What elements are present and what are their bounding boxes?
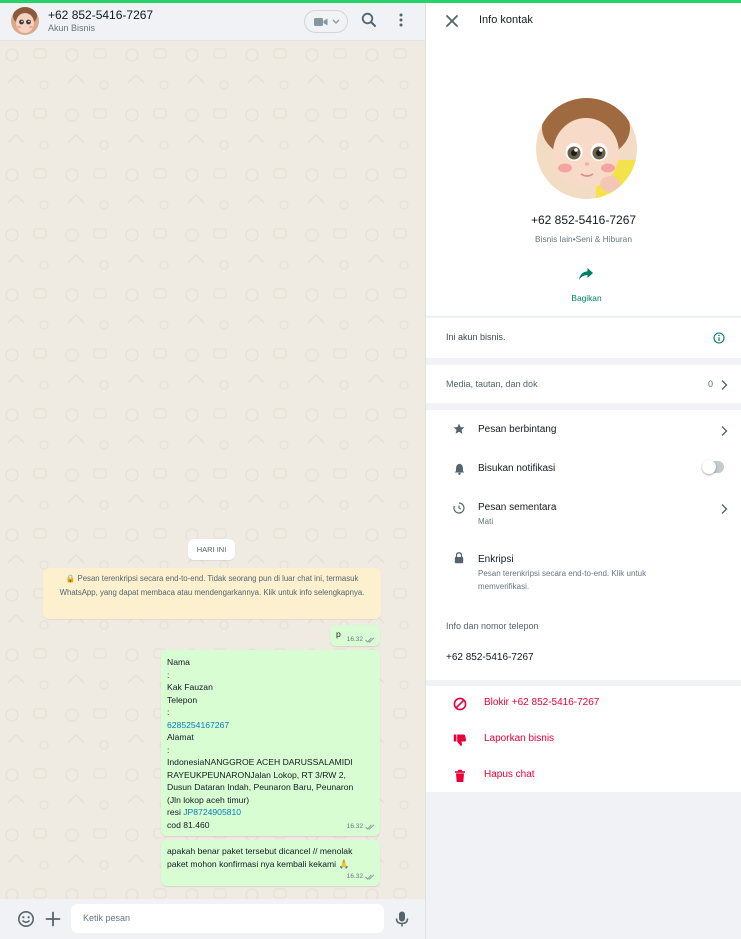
message-list[interactable]: HARI INI 🔒 Pesan terenkripsi secara end-… bbox=[0, 41, 425, 899]
resi-link[interactable]: JP8724905810 bbox=[183, 807, 241, 817]
media-links-docs-row[interactable]: Media, tautan, dan dok 0 bbox=[426, 365, 741, 403]
chevron-down-icon bbox=[332, 19, 340, 24]
phone-number[interactable]: +62 852-5416-7267 bbox=[446, 652, 534, 663]
chevron-right-icon bbox=[721, 504, 728, 514]
encryption-label: Enkripsi bbox=[478, 554, 514, 565]
message-time: 16.32 bbox=[346, 636, 363, 643]
info-icon[interactable] bbox=[713, 332, 725, 344]
settings-list: Pesan berbintang Bisukan notifikasi Pesa… bbox=[426, 410, 741, 680]
business-category: Bisnis lain•Seni & Hiburan bbox=[535, 234, 632, 244]
profile-section: +62 852-5416-7267 Bisnis lain•Seni & Hib… bbox=[426, 41, 741, 317]
delete-label: Hapus chat bbox=[484, 769, 535, 780]
composer: Ketik pesan bbox=[0, 899, 425, 939]
disappearing-value: Mati bbox=[478, 517, 494, 526]
message-line: : bbox=[167, 707, 170, 717]
avatar[interactable] bbox=[11, 7, 39, 35]
share-icon[interactable] bbox=[578, 267, 594, 281]
profile-photo[interactable] bbox=[536, 98, 637, 199]
date-chip: HARI INI bbox=[188, 539, 235, 560]
message-line: : bbox=[167, 669, 170, 680]
trash-icon bbox=[455, 769, 465, 782]
message-line: paket mohon konfirmasi nya kembali kekam… bbox=[167, 858, 350, 869]
microphone-icon[interactable] bbox=[393, 910, 411, 928]
chat-pane: +62 852-5416-7267 Akun Bisnis HARI INI 🔒… bbox=[0, 3, 426, 939]
message-bubble[interactable]: apakah benar paket tersebut dicancel // … bbox=[161, 840, 380, 886]
chevron-right-icon bbox=[721, 426, 728, 436]
phone-section-heading: Info dan nomor telepon bbox=[446, 621, 539, 631]
more-options-icon[interactable] bbox=[392, 11, 410, 29]
contact-subtitle: Akun Bisnis bbox=[48, 23, 96, 33]
timer-icon bbox=[453, 502, 465, 514]
message-meta: 16.32 bbox=[347, 871, 375, 884]
double-check-icon bbox=[365, 636, 375, 643]
contact-name[interactable]: +62 852-5416-7267 bbox=[48, 8, 153, 22]
plus-icon[interactable] bbox=[44, 910, 62, 928]
mute-toggle[interactable] bbox=[702, 460, 724, 474]
message-line: IndonesiaNANGGROE ACEH DARUSSALAMIDI bbox=[167, 757, 353, 767]
encryption-desc: Pesan terenkripsi secara end-to-end. Kli… bbox=[478, 569, 647, 578]
message-line: RAYEUKPEUNARONJalan Lokop, RT 3/RW 2, bbox=[167, 769, 346, 780]
lock-icon bbox=[454, 552, 464, 564]
phone-link[interactable]: 6285254167267 bbox=[167, 719, 374, 732]
block-label: Blokir +62 852-5416-7267 bbox=[484, 697, 600, 708]
business-note: Ini akun bisnis. bbox=[446, 332, 506, 342]
report-label: Laporkan bisnis bbox=[484, 733, 555, 744]
block-icon bbox=[453, 697, 467, 711]
info-title: Info kontak bbox=[479, 14, 533, 26]
close-icon[interactable] bbox=[444, 13, 460, 29]
thumbs-down-icon bbox=[453, 734, 467, 746]
emoji-icon[interactable] bbox=[17, 910, 35, 928]
video-camera-icon bbox=[314, 18, 328, 26]
message-line: : bbox=[167, 744, 170, 755]
info-header: Info kontak bbox=[426, 3, 741, 41]
message-line: resi JP8724905810 bbox=[167, 806, 374, 819]
disappearing-label: Pesan sementara bbox=[478, 502, 557, 513]
video-call-button[interactable] bbox=[304, 10, 348, 33]
message-line: apakah benar paket tersebut dicancel // … bbox=[167, 846, 353, 856]
message-text: p bbox=[336, 629, 341, 639]
message-time: 16.32 bbox=[346, 872, 363, 880]
danger-actions: Blokir +62 852-5416-7267 Laporkan bisnis… bbox=[426, 686, 741, 792]
contact-info-pane: Info kontak +62 852-5416-7267 Bisnis lai… bbox=[426, 3, 741, 939]
media-count: 0 bbox=[708, 379, 714, 389]
star-icon bbox=[453, 423, 465, 434]
message-bubble[interactable]: Nama : Kak Fauzan Telepon : 628525416726… bbox=[161, 650, 380, 836]
message-bubble[interactable]: p 16.32 bbox=[330, 625, 380, 646]
media-label: Media, tautan, dan dok bbox=[446, 379, 538, 389]
message-meta: 16.32 bbox=[347, 821, 375, 834]
bell-icon bbox=[454, 463, 465, 475]
mute-label: Bisukan notifikasi bbox=[478, 463, 556, 474]
message-line: Dusun Dataran Indah, Peunaron Baru, Peun… bbox=[167, 782, 354, 792]
resi-label: resi bbox=[167, 807, 184, 817]
double-check-icon bbox=[365, 874, 375, 880]
message-line: cod 81.460 bbox=[167, 819, 210, 830]
message-input[interactable]: Ketik pesan bbox=[71, 904, 384, 933]
search-icon[interactable] bbox=[360, 11, 378, 29]
share-button[interactable]: Bagikan bbox=[426, 293, 741, 303]
encryption-desc: memverifikasi. bbox=[478, 582, 530, 591]
chat-header[interactable]: +62 852-5416-7267 Akun Bisnis bbox=[0, 3, 425, 41]
message-line: (Jln lokop aceh timur) bbox=[167, 794, 250, 805]
message-meta: 16.32 bbox=[347, 636, 375, 643]
message-time: 16.32 bbox=[346, 822, 363, 830]
message-line: Nama bbox=[167, 657, 190, 667]
starred-label: Pesan berbintang bbox=[478, 424, 557, 435]
message-line: Kak Fauzan bbox=[167, 682, 213, 692]
message-line: Telepon bbox=[167, 694, 198, 705]
chevron-right-icon bbox=[721, 380, 728, 390]
business-account-row[interactable]: Ini akun bisnis. bbox=[426, 318, 741, 358]
double-check-icon bbox=[365, 824, 375, 830]
message-line: Alamat bbox=[167, 732, 194, 742]
profile-name: +62 852-5416-7267 bbox=[530, 213, 637, 227]
encryption-notice[interactable]: 🔒 Pesan terenkripsi secara end-to-end. T… bbox=[43, 568, 381, 619]
toggle-knob bbox=[702, 460, 716, 474]
